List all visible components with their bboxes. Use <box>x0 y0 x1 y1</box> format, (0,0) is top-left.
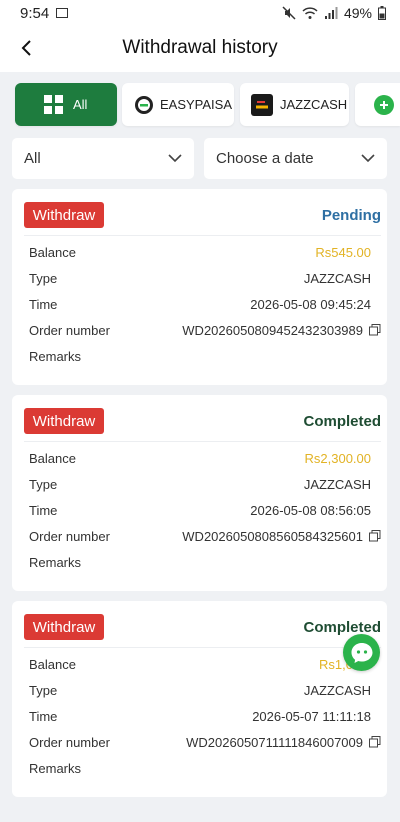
order-number-value: WD2026050809452432303989 <box>182 322 363 338</box>
tab-easypaisa-label: EASYPAISA <box>160 97 233 112</box>
type-select-value: All <box>24 150 41 167</box>
remarks-row: Remarks <box>29 346 371 366</box>
signal-icon <box>324 7 338 19</box>
withdrawal-record-card[interactable]: Withdraw Completed Balance Rs2,300.00 Ty… <box>12 395 387 591</box>
type-select[interactable]: All <box>12 138 194 179</box>
balance-row: Balance Rs2,300.00 <box>29 448 371 468</box>
remarks-label: Remarks <box>29 554 82 570</box>
type-label: Type <box>29 682 58 698</box>
balance-label: Balance <box>29 656 76 672</box>
balance-label: Balance <box>29 450 76 466</box>
chevron-down-icon <box>168 154 182 163</box>
chevron-down-icon <box>361 154 375 163</box>
remarks-label: Remarks <box>29 760 82 776</box>
copy-icon[interactable] <box>369 530 381 542</box>
wifi-icon <box>302 7 318 19</box>
time-label: Time <box>29 708 58 724</box>
grid-icon <box>44 95 63 114</box>
type-value: JAZZCASH <box>303 270 371 286</box>
status-text: Completed <box>303 619 381 636</box>
time-label: Time <box>29 296 58 312</box>
time-row: Time 2026-05-08 08:56:05 <box>29 500 371 520</box>
tab-easypaisa[interactable]: EASYPAISA <box>122 83 234 126</box>
withdraw-badge: Withdraw <box>24 408 104 434</box>
battery-icon <box>378 6 386 20</box>
easypaisa-logo-icon <box>135 95 153 114</box>
time-value: 2026-05-07 11:11:18 <box>252 708 371 724</box>
time-value: 2026-05-08 08:56:05 <box>250 502 371 518</box>
order-number-label: Order number <box>29 528 110 544</box>
page-title: Withdrawal history <box>122 37 278 58</box>
type-label: Type <box>29 476 58 492</box>
chat-support-button[interactable] <box>343 634 380 671</box>
balance-label: Balance <box>29 244 76 260</box>
remarks-label: Remarks <box>29 348 82 364</box>
withdrawal-record-card[interactable]: Withdraw Completed Balance Rs1,0 Type JA… <box>12 601 387 797</box>
card-divider <box>24 235 381 236</box>
order-number-row: Order number WD2026050809452432303989 <box>29 320 381 340</box>
tab-all[interactable]: All <box>15 83 117 126</box>
chat-face-icon <box>351 642 372 663</box>
order-number-label: Order number <box>29 322 110 338</box>
battery-percent: 49% <box>343 5 372 21</box>
order-number-row: Order number WD2026050808560584325601 <box>29 526 381 546</box>
time-value: 2026-05-08 09:45:24 <box>250 296 371 312</box>
image-notification-icon <box>56 8 69 18</box>
balance-value: Rs2,300.00 <box>304 450 372 466</box>
tab-all-label: All <box>73 97 88 112</box>
balance-value: Rs545.00 <box>315 244 371 260</box>
app-header: Withdrawal history <box>0 26 400 72</box>
withdrawal-record-card[interactable]: Withdraw Pending Balance Rs545.00 Type J… <box>12 189 387 385</box>
balance-row: Balance Rs545.00 <box>29 242 371 262</box>
type-row: Type JAZZCASH <box>29 474 371 494</box>
withdraw-badge: Withdraw <box>24 614 104 640</box>
type-label: Type <box>29 270 58 286</box>
remarks-row: Remarks <box>29 552 371 572</box>
wallet-logo-icon <box>374 94 394 115</box>
card-divider <box>24 441 381 442</box>
status-text: Completed <box>303 413 381 430</box>
order-number-value: WD2026050711111846007009 <box>186 734 363 750</box>
balance-row: Balance Rs1,0 <box>29 654 371 674</box>
date-select-placeholder: Choose a date <box>216 150 314 167</box>
type-row: Type JAZZCASH <box>29 680 371 700</box>
tab-jazzcash[interactable]: JAZZCASH <box>240 83 349 126</box>
time-row: Time 2026-05-08 09:45:24 <box>29 294 371 314</box>
status-time: 9:54 <box>20 4 50 22</box>
tab-more[interactable] <box>355 83 400 126</box>
status-bar: 9:54 49% <box>0 0 400 26</box>
payment-tabs: All EASYPAISA JAZZCASH <box>0 72 400 136</box>
jazzcash-logo-icon <box>251 93 273 116</box>
status-text: Pending <box>321 207 381 224</box>
card-divider <box>24 647 381 648</box>
type-value: JAZZCASH <box>303 476 371 492</box>
type-row: Type JAZZCASH <box>29 268 371 288</box>
order-number-value: WD2026050808560584325601 <box>182 528 363 544</box>
filters-bar: All Choose a date <box>0 136 400 184</box>
remarks-row: Remarks <box>29 758 371 778</box>
mute-icon <box>282 6 296 20</box>
type-value: JAZZCASH <box>303 682 371 698</box>
order-number-row: Order number WD2026050711111846007009 <box>29 732 381 752</box>
time-label: Time <box>29 502 58 518</box>
time-row: Time 2026-05-07 11:11:18 <box>29 706 371 726</box>
copy-icon[interactable] <box>369 736 381 748</box>
withdraw-badge: Withdraw <box>24 202 104 228</box>
date-select[interactable]: Choose a date <box>204 138 387 179</box>
tab-jazzcash-label: JAZZCASH <box>280 97 348 112</box>
order-number-label: Order number <box>29 734 110 750</box>
copy-icon[interactable] <box>369 324 381 336</box>
